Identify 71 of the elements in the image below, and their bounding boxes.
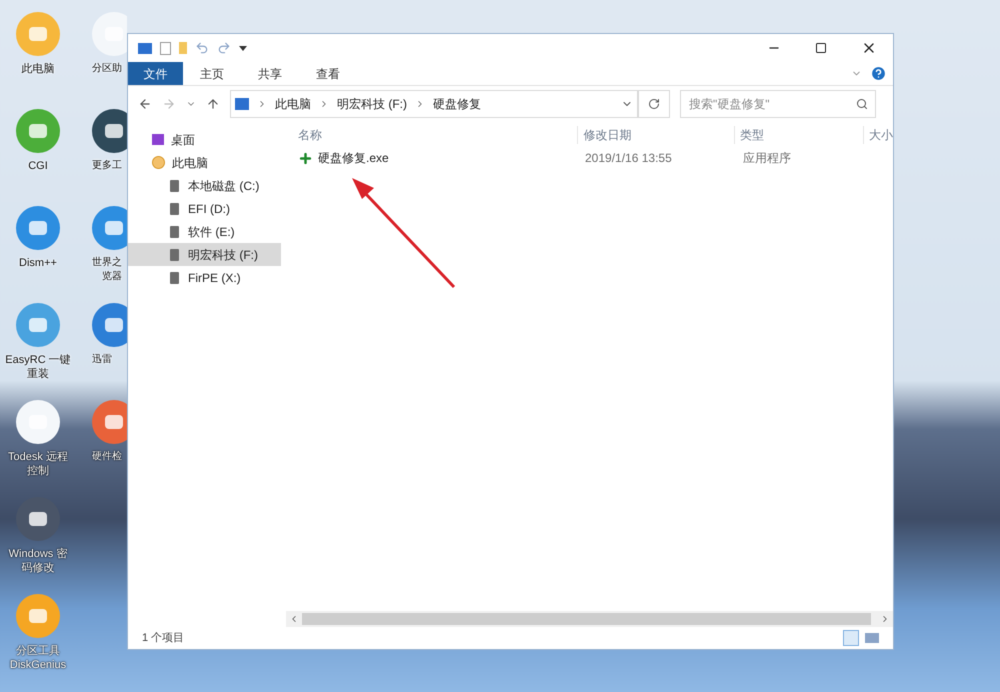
nav-label: 桌面	[171, 132, 195, 148]
nav-label: 本地磁盘 (C:)	[188, 178, 260, 194]
icon-label: Dism++	[19, 256, 57, 270]
search-field[interactable]: 搜索"硬盘修复"	[680, 90, 876, 118]
icon-label: 重装	[27, 367, 49, 381]
icon-label: Windows 密	[8, 547, 68, 561]
icon-label: 此电脑	[22, 62, 54, 76]
back-arrow-icon[interactable]	[138, 97, 152, 111]
file-type: 应用程序	[742, 150, 792, 167]
address-bar[interactable]: 此电脑 明宏科技 (F:) 硬盘修复	[230, 90, 638, 118]
breadcrumb-item[interactable]: 硬盘修复	[433, 95, 481, 113]
horizontal-scrollbar[interactable]	[286, 611, 893, 627]
nav-label: EFI (D:)	[188, 200, 230, 218]
nav-item[interactable]: 本地磁盘 (C:)	[128, 174, 281, 197]
app-icon[interactable]	[92, 400, 127, 444]
computer-icon	[152, 156, 165, 169]
column-header[interactable]: 类型	[734, 126, 863, 144]
column-header[interactable]: 修改日期	[577, 126, 734, 144]
drive-icon	[170, 226, 179, 238]
ribbon-tab[interactable]: 共享	[241, 62, 299, 85]
redo-icon[interactable]	[217, 41, 231, 55]
status-text: 1 个项目	[142, 630, 184, 646]
nav-item[interactable]: 软件 (E:)	[128, 220, 281, 243]
ribbon-tab[interactable]: 主页	[183, 62, 241, 85]
nav-item[interactable]: 明宏科技 (F:)	[128, 243, 281, 266]
caret-icon[interactable]	[239, 46, 247, 50]
icon-label: Todesk 远程	[8, 450, 68, 464]
breadcrumb-item[interactable]: 此电脑	[275, 95, 311, 113]
undo-icon[interactable]	[195, 41, 209, 55]
help-icon[interactable]	[870, 65, 887, 82]
icon-label: 码修改	[22, 561, 54, 575]
drive-icon	[170, 248, 179, 260]
maximize-icon[interactable]	[815, 42, 827, 54]
refresh-button[interactable]	[638, 90, 670, 118]
icon-label: 世界之	[92, 256, 122, 270]
plus-icon	[298, 150, 313, 166]
ribbon-tab[interactable]: 查看	[299, 62, 357, 85]
icon-label: 迅雷	[92, 353, 112, 367]
drive-icon	[170, 202, 179, 214]
app-icon[interactable]	[16, 400, 60, 444]
drive-icon	[170, 272, 179, 284]
column-header[interactable]: 大小	[863, 126, 893, 144]
column-header[interactable]: 名称	[293, 126, 578, 144]
drive-icon	[170, 180, 179, 192]
nav-label: 明宏科技 (F:)	[188, 246, 258, 264]
icon-label: 览器	[102, 270, 122, 284]
nav-item[interactable]: FirPE (X:)	[128, 266, 281, 289]
icon-label: 控制	[26, 464, 49, 478]
app-icon[interactable]	[92, 109, 127, 153]
tiles-view-icon[interactable]	[865, 633, 879, 643]
app-icon[interactable]	[92, 303, 127, 347]
search-icon	[856, 98, 868, 110]
nav-item[interactable]: 此电脑	[128, 151, 281, 174]
nav-item[interactable]: 桌面	[128, 128, 281, 151]
nav-item[interactable]: EFI (D:)	[128, 197, 281, 220]
ribbon-tab[interactable]: 文件	[128, 62, 183, 85]
icon-label: 分区工具	[16, 644, 60, 658]
file-date: 2019/1/16 13:55	[584, 150, 673, 167]
icon-label: EasyRC 一键	[5, 353, 71, 367]
nav-label: FirPE (X:)	[188, 270, 241, 286]
breadcrumb-item[interactable]: 明宏科技 (F:)	[337, 95, 407, 113]
file-name[interactable]: 硬盘修复.exe	[318, 149, 389, 167]
icon-label: 硬件检	[92, 450, 122, 464]
nav-label: 软件 (E:)	[188, 224, 235, 240]
nav-label: 此电脑	[172, 154, 208, 172]
icon-label: DiskGenius	[10, 658, 66, 672]
app-icon[interactable]	[16, 497, 60, 541]
refresh-icon	[648, 98, 660, 110]
icon-label: 更多工	[92, 159, 122, 173]
icon-label: 分区助	[92, 62, 122, 76]
icon-label: CGI	[28, 159, 48, 173]
